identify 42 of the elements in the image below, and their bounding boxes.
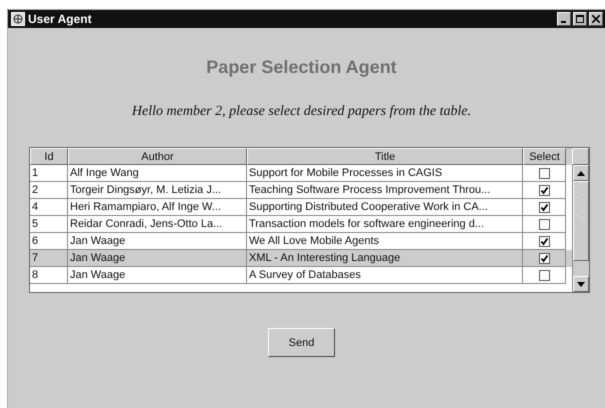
table-cell: Torgeir Dingsøyr, M. Letizia J... (68, 182, 247, 199)
greeting-text: Hello member 2, please select desired papers from the table. (132, 104, 472, 120)
table-cell: 2 (30, 182, 68, 199)
table-cell: 1 (30, 165, 68, 182)
table-cell: A Survey of Databases (247, 267, 523, 284)
table-cell: Jan Waage (68, 267, 247, 284)
maximize-icon (576, 15, 584, 23)
checkbox[interactable] (538, 270, 550, 280)
table-cell: 5 (30, 216, 68, 233)
table-cell: Transaction models for software engineering d... (247, 216, 523, 233)
minimize-button[interactable] (557, 12, 571, 26)
table-cell: Support for Mobile Processes in CAGIS (247, 165, 523, 182)
table-cell: 7 (30, 250, 68, 267)
maximize-button[interactable] (573, 12, 587, 26)
table-cell: Supporting Distributed Cooperative Work in CA... (247, 199, 523, 216)
checkbox[interactable] (538, 184, 550, 196)
table-cell: 8 (30, 267, 68, 284)
window-title: User Agent (28, 12, 93, 26)
close-icon (592, 15, 600, 23)
app-icon (11, 12, 25, 26)
column-header[interactable]: Author (68, 148, 247, 165)
heading: Paper Selection Agent (206, 57, 397, 78)
table-cell: Alf Inge Wang (68, 165, 247, 182)
checkbox[interactable] (538, 252, 550, 264)
send-button[interactable]: Send (268, 328, 335, 357)
checkbox[interactable] (538, 218, 550, 230)
column-header[interactable]: Id (30, 148, 68, 165)
scroll-down-icon[interactable] (577, 282, 585, 286)
table-cell: Reidar Conradi, Jens-Otto La... (68, 216, 247, 233)
close-button[interactable] (589, 12, 603, 26)
table-cell: Jan Waage (68, 250, 247, 267)
checkbox[interactable] (538, 236, 550, 246)
checkbox[interactable] (538, 202, 550, 212)
table-cell: XML - An Interesting Language (247, 250, 523, 267)
column-header[interactable]: Select (523, 148, 566, 165)
table-cell: Teaching Software Process Improvement Throu... (247, 182, 523, 199)
column-header[interactable]: Title (247, 148, 523, 165)
scrollbar[interactable] (572, 165, 589, 292)
checkbox[interactable] (538, 168, 550, 178)
scroll-up-icon[interactable] (577, 170, 585, 176)
table-cell: Heri Ramampiaro, Alf Inge W... (68, 199, 247, 216)
table-cell: 4 (30, 199, 68, 216)
